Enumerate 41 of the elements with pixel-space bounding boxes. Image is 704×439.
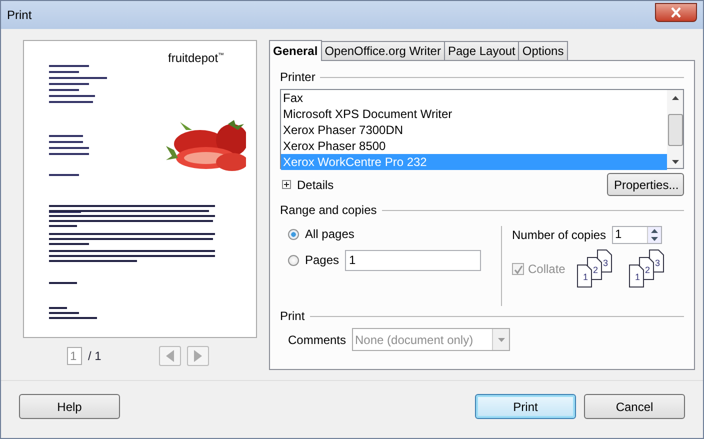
section-heading: Print <box>280 309 305 323</box>
section-heading: Range and copies <box>280 203 377 217</box>
printer-item[interactable]: Fax <box>281 90 667 106</box>
properties-button[interactable]: Properties... <box>607 173 684 196</box>
tab[interactable]: OpenOffice.org Writer <box>320 41 445 60</box>
dialog-button[interactable]: Print <box>475 394 576 419</box>
right-arrow-icon <box>194 350 202 362</box>
tab[interactable]: Page Layout <box>444 41 520 60</box>
page-number-field[interactable]: 1 <box>67 347 82 365</box>
comments-label: Comments <box>288 332 346 346</box>
window-title: Print <box>7 8 33 22</box>
printer-item[interactable]: Microsoft XPS Document Writer <box>281 106 667 122</box>
down-arrow-icon <box>672 160 678 164</box>
tab[interactable]: General <box>269 40 322 61</box>
previous-page-button[interactable] <box>159 346 182 366</box>
tab[interactable]: Options <box>518 41 568 60</box>
close-button[interactable] <box>655 2 697 22</box>
copies-label: Number of copies <box>512 228 606 242</box>
plus-icon <box>282 180 291 189</box>
printer-item[interactable]: Xerox Phaser 8500 <box>281 138 667 154</box>
close-icon <box>670 6 682 18</box>
printer-item[interactable]: Xerox Phaser 7300DN <box>281 122 667 138</box>
radio-button[interactable]: Pages <box>288 253 340 267</box>
copies-spinbox[interactable]: 1 <box>612 226 662 244</box>
dialog-button[interactable]: Cancel <box>584 394 685 419</box>
logo: fruitdepot$^{™}$ <box>168 51 224 65</box>
scrollbar[interactable] <box>667 90 683 168</box>
radio-button[interactable]: All pages <box>288 227 354 241</box>
check-icon <box>514 264 522 274</box>
page-total: / 1 <box>88 349 102 363</box>
down-arrow-icon <box>651 237 658 241</box>
pages-field[interactable]: 1 <box>345 250 482 270</box>
up-arrow-icon <box>672 96 678 100</box>
details-toggle[interactable]: Details <box>280 178 334 192</box>
dialog-button[interactable]: Help <box>19 394 120 419</box>
caret-icon <box>498 338 505 342</box>
left-arrow-icon <box>166 350 174 362</box>
section-heading: Printer <box>280 70 316 84</box>
next-page-button[interactable] <box>187 346 210 366</box>
up-arrow-icon <box>651 229 658 233</box>
scroll-thumb[interactable] <box>668 114 682 146</box>
